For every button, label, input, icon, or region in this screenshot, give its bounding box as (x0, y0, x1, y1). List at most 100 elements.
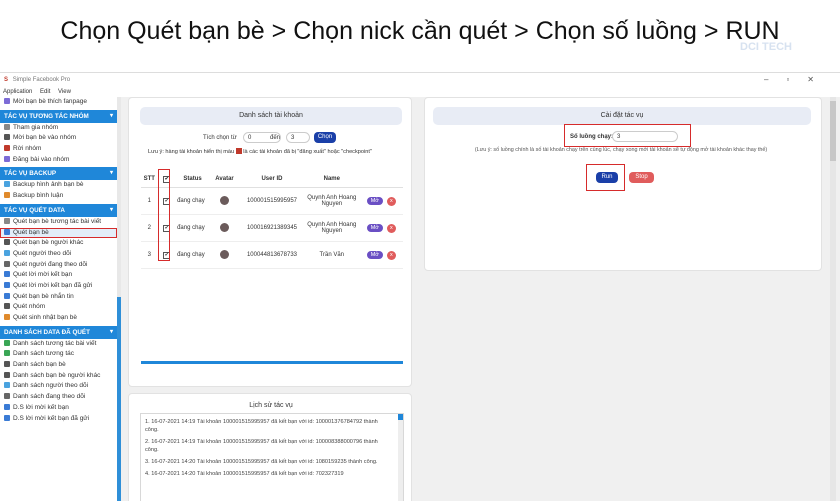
accounts-table-scrollbar[interactable] (141, 361, 403, 364)
friends-icon (4, 361, 10, 368)
to-label: đến (270, 135, 281, 141)
sidebar-item-label: Quét nhóm (13, 303, 46, 311)
sidebar-item-label: Quét lời mời kết bạn đã gửi (13, 281, 93, 289)
sidebar-item-label: Tham gia nhóm (13, 123, 59, 131)
sidebar-item[interactable]: Quét lời mời kết bạn đã gửi (0, 281, 117, 292)
select-to-input[interactable]: 3 (286, 132, 310, 143)
row-userid: 100001515995957 (240, 187, 304, 215)
sidebar-item[interactable]: Quét sinh nhật bạn bè (0, 313, 117, 324)
sidebar-item[interactable]: Quét bạn bè tương tác bài viết (0, 217, 117, 228)
sidebar-item[interactable]: Danh sách người theo dõi (0, 381, 117, 392)
sidebar-item[interactable]: Quét người đang theo dõi (0, 260, 117, 271)
history-log[interactable]: 1. 16-07-2021 14:19 Tài khoản 1000015159… (140, 413, 404, 501)
sidebar-section-header[interactable]: TÁC VỤ QUÉT DATA ▾ (0, 203, 117, 217)
col-name: Name (303, 171, 360, 188)
chevron-down-icon: ▾ (109, 206, 113, 213)
avatar (220, 222, 230, 232)
menu-view[interactable]: View (58, 89, 71, 95)
minimize-button[interactable]: – (764, 75, 786, 84)
sidebar-scroll-thumb[interactable] (117, 297, 121, 501)
main-scrollbar[interactable] (830, 97, 836, 501)
sidebar-section-header[interactable]: DANH SÁCH DATA ĐÃ QUÉT ▾ (0, 325, 117, 339)
sidebar-item[interactable]: Quét bạn bè người khác (0, 238, 117, 249)
remove-account-button[interactable]: x (386, 223, 396, 233)
table-row[interactable]: 1 ✔ đang chạy 100001515995957 Quynh Anh Hoan… (141, 187, 403, 215)
sidebar-item-label: Quét lời mời kết bạn (13, 271, 73, 279)
open-account-button[interactable]: Mở (366, 196, 383, 205)
maximize-button[interactable]: ▫ (786, 75, 807, 84)
note-suffix: là các tài khoản đã bị "đăng xuất" hoặc … (243, 149, 372, 155)
follow-icon (4, 393, 10, 400)
plus-icon (4, 123, 10, 130)
note-prefix: Lưu ý: hàng tài khoản hiển thị màu (148, 149, 235, 155)
sidebar-item[interactable]: Danh sách bạn bè (0, 360, 117, 371)
window-title: Simple Facebook Pro (12, 77, 71, 83)
sidebar-item-label: Quét bạn bè tương tác bài viết (13, 217, 102, 225)
select-from-label: Tích chọn từ (203, 135, 237, 141)
sidebar-item[interactable]: Quét lời mời kết bạn (0, 270, 117, 281)
row-actions: Mở x (359, 241, 403, 269)
open-account-button[interactable]: Mở (366, 223, 383, 232)
remove-account-button[interactable]: x (386, 250, 396, 260)
sidebar-item[interactable]: Danh sách đang theo dõi (0, 392, 117, 403)
sidebar-section-title: TÁC VỤ QUÉT DATA (4, 206, 65, 214)
sidebar-item[interactable]: Tham gia nhóm (0, 123, 117, 134)
sidebar-item[interactable]: Backup bình luận (0, 191, 117, 202)
table-row[interactable]: 2 ✔ đang chạy 100016921389345 Quynh Anh Hoan… (141, 214, 403, 242)
remove-account-button[interactable]: x (386, 196, 396, 206)
sidebar-item[interactable]: Quét nhóm (0, 302, 117, 313)
sidebar-item[interactable]: Backup hình ảnh bạn bè (0, 180, 117, 191)
chevron-down-icon: ▾ (109, 112, 113, 119)
main-scroll-thumb[interactable] (830, 101, 836, 161)
sidebar-item[interactable]: Đăng bài vào nhóm (0, 155, 117, 166)
sidebar-section-header[interactable]: TÁC VỤ BACKUP ▾ (0, 167, 117, 181)
sidebar-item[interactable]: D.S lời mời kết bạn (0, 403, 117, 414)
col-stt: STT (141, 171, 158, 188)
sidebar-item[interactable]: Danh sách tương tác bài viết (0, 339, 117, 350)
sidebar-item[interactable]: Rời nhóm (0, 144, 117, 155)
invite-icon (4, 98, 10, 104)
select-button[interactable]: Chọn (314, 132, 336, 143)
sidebar-item[interactable]: Mời bạn bè thích fanpage (0, 97, 117, 108)
sidebar-item[interactable]: Quét người theo dõi (0, 249, 117, 260)
chevron-down-icon: ▾ (109, 170, 113, 177)
sidebar-item-label: Backup hình ảnh bạn bè (13, 181, 84, 189)
row-stt: 2 (141, 214, 158, 242)
menu-application[interactable]: Application (3, 89, 32, 95)
sidebar-item-label: Danh sách người theo dõi (13, 382, 89, 390)
stop-button[interactable]: Stop (629, 172, 654, 183)
open-account-button[interactable]: Mở (366, 250, 383, 259)
post-icon (4, 155, 10, 162)
sidebar-item[interactable]: D.S lời mời kết bạn đã gửi (0, 414, 117, 425)
sidebar-item-label: Mời bạn bè vào nhóm (13, 134, 77, 142)
sidebar-item-label: Quét sinh nhật bạn bè (13, 314, 77, 321)
exit-icon (4, 145, 10, 152)
request-icon (4, 271, 10, 278)
follow-icon (4, 260, 10, 267)
group-icon (4, 303, 10, 310)
history-scroll-thumb[interactable] (398, 414, 403, 420)
birthday-icon (4, 314, 10, 320)
sidebar-item-label: Mời bạn bè thích fanpage (13, 98, 88, 105)
accounts-table-header: STT ✔ Status Avatar User ID Name (141, 171, 403, 188)
sidebar-section-header[interactable]: TÁC VỤ TƯƠNG TÁC NHÓM ▾ (0, 109, 117, 123)
table-row[interactable]: 3 ✔ đang chạy 100044813678733 Trần Văn Mở x (141, 241, 403, 269)
col-avatar: Avatar (209, 171, 240, 188)
sidebar-item[interactable]: Danh sách bạn bè người khác (0, 371, 117, 382)
sidebar-item-label: Quét bạn bè nhắn tin (13, 292, 74, 300)
instruction-banner: Chọn Quét bạn bè > Chọn nick cần quét > … (60, 17, 780, 45)
history-scrollbar[interactable] (398, 414, 403, 501)
sidebar-item[interactable]: Quét bạn bè (0, 227, 117, 239)
sidebar-item-label: Quét bạn bè (13, 228, 49, 236)
sidebar-scrollbar[interactable] (117, 97, 121, 501)
threads-highlight (564, 124, 691, 147)
history-title: Lịch sử tác vụ (249, 402, 293, 409)
run-highlight (586, 164, 625, 191)
close-window-button[interactable]: ✕ (807, 75, 832, 84)
sidebar-item[interactable]: Quét bạn bè nhắn tin (0, 292, 117, 303)
sidebar-item[interactable]: Mời bạn bè vào nhóm (0, 133, 117, 144)
row-name: Quynh Anh Hoang Nguyen (303, 187, 360, 215)
sidebar-item[interactable]: Danh sách tương tác (0, 349, 117, 360)
sidebar-item-label: Danh sách bạn bè (13, 361, 66, 369)
menu-edit[interactable]: Edit (40, 89, 50, 95)
